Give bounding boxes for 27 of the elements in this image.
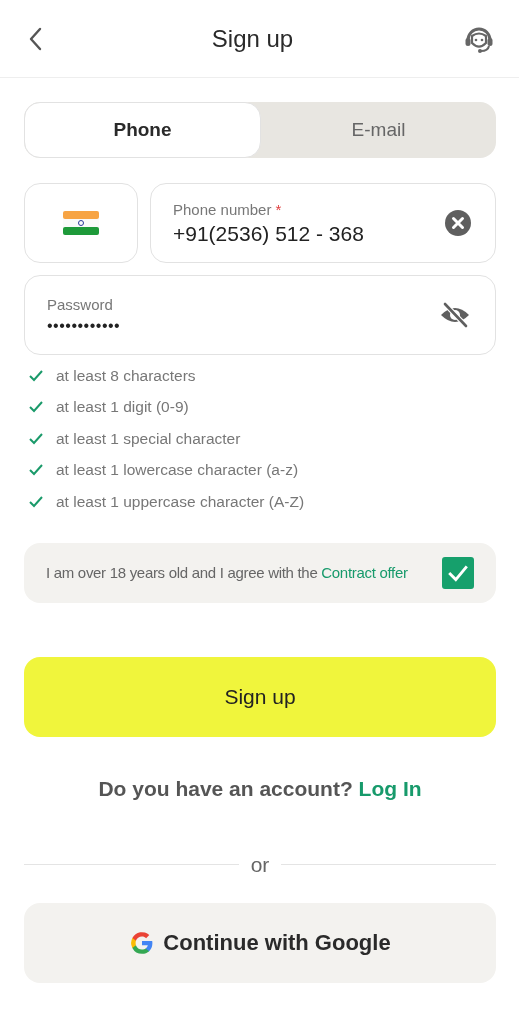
check-icon [447,563,469,582]
password-rule: at least 1 special character [56,429,241,448]
password-rule: at least 1 uppercase character (A-Z) [56,492,305,511]
field-value: +91(2536) 512 - 368 [173,221,364,246]
login-prompt: Do you have an account? Log In [97,776,423,801]
agreement-text: I am over 18 years old and I agree with the Contract offer [46,563,408,583]
country-selector[interactable] [24,183,138,263]
flag-icon [63,211,99,235]
password-field[interactable]: Password •••••••••••• [24,275,496,355]
phone-field[interactable]: Phone number * +91(2536) 512 - 368 [150,183,496,263]
password-rule: at least 1 digit (0-9) [56,398,189,417]
google-button[interactable]: Continue with Google [24,902,496,983]
agreement-checkbox[interactable] [442,556,474,589]
sign-up-button[interactable]: Sign up [24,656,496,737]
password-rule: at least 1 lowercase character (a-z) [56,461,299,480]
eye-off-icon[interactable] [439,302,471,328]
field-label: Password [47,295,114,313]
divider-text: or [250,852,270,877]
log-in-link[interactable]: Log In [358,776,422,800]
tab[interactable]: E-mail [261,102,496,158]
page-title: Sign up [211,24,294,53]
field-label: Phone number * [173,200,283,218]
tab[interactable]: Phone [24,102,261,158]
clear-icon[interactable] [445,210,471,236]
field-value: •••••••••••• [47,316,121,335]
back-icon[interactable] [28,26,42,51]
password-rule: at least 8 characters [56,366,196,385]
